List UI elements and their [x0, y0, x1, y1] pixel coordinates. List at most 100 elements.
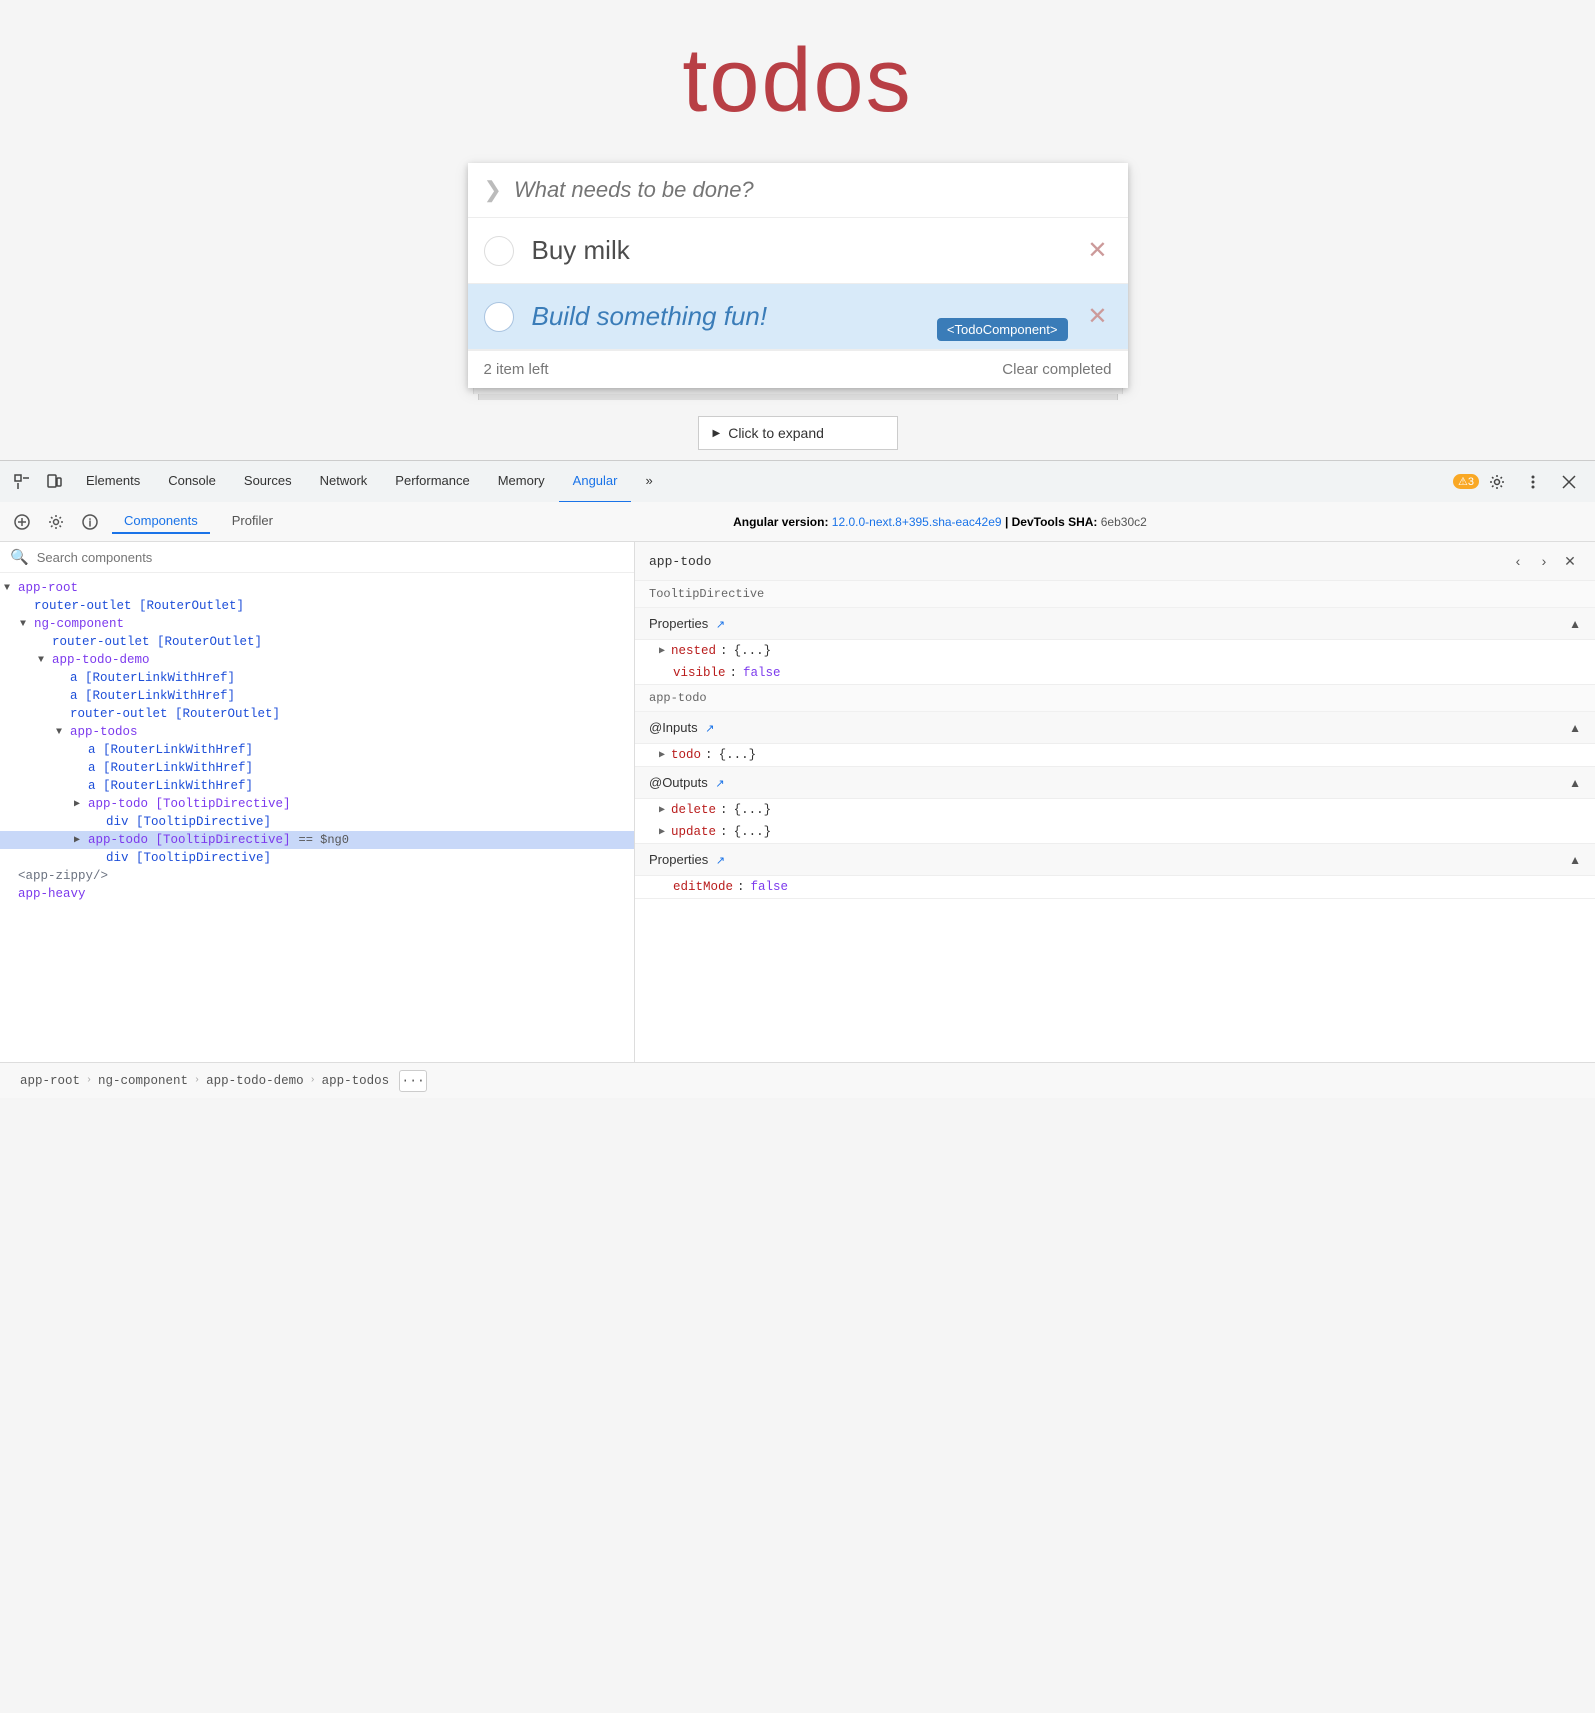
props-section-properties-2: Properties ↗ ▲ editMode : false	[635, 844, 1595, 899]
tooltip-badge: <TodoComponent>	[937, 318, 1068, 341]
tree-label-router-outlet-3: router-outlet [RouterOutlet]	[70, 707, 280, 721]
breadcrumb-app-root[interactable]: app-root	[14, 1074, 86, 1088]
tree-item-a-rl-3[interactable]: a [RouterLinkWithHref]	[0, 741, 634, 759]
tab-elements[interactable]: Elements	[72, 461, 154, 503]
tree-item-router-outlet-3[interactable]: router-outlet [RouterOutlet]	[0, 705, 634, 723]
settings-icon[interactable]	[1483, 468, 1511, 496]
tree-item-app-todo-1[interactable]: ▶ app-todo [TooltipDirective]	[0, 795, 634, 813]
props-key-delete: delete	[671, 803, 716, 817]
tab-network-label: Network	[320, 473, 368, 488]
props-section-label-outputs: @Outputs ↗	[649, 775, 725, 790]
props-key-update: update	[671, 825, 716, 839]
props-colon-nested: :	[720, 644, 728, 658]
tree-item-app-todo-2[interactable]: ▶ app-todo [TooltipDirective] == $ng0	[0, 831, 634, 849]
tree-label-app-todo-1: app-todo [TooltipDirective]	[88, 797, 291, 811]
tree-label-app-heavy: app-heavy	[18, 887, 86, 901]
next-component-button[interactable]: ›	[1533, 550, 1555, 572]
tree-item-a-rl-2[interactable]: a [RouterLinkWithHref]	[0, 687, 634, 705]
tree-search-bar: 🔍	[0, 542, 634, 573]
toggle-all-icon[interactable]: ❯	[484, 177, 502, 203]
angular-panel-header: Components Profiler Angular version: 12.…	[0, 502, 1595, 542]
tree-item-app-todos[interactable]: ▼ app-todos	[0, 723, 634, 741]
expand-bar[interactable]: ▶ Click to expand	[698, 416, 898, 450]
tree-label-app-zippy: <app-zippy/>	[18, 869, 108, 883]
tree-item-router-outlet-2[interactable]: router-outlet [RouterOutlet]	[0, 633, 634, 651]
todo-delete-1[interactable]: ✕	[1083, 298, 1111, 335]
toggle-a-rl-5	[74, 781, 88, 792]
open-in-editor-button[interactable]: ✕	[1559, 550, 1581, 572]
tab-angular[interactable]: Angular	[559, 461, 632, 503]
props-section-title-inputs[interactable]: @Inputs ↗ ▲	[635, 712, 1595, 744]
todo-checkbox-0[interactable]	[484, 236, 514, 266]
props-val-update: {...}	[734, 825, 772, 839]
tree-label-a-rl-4: a [RouterLinkWithHref]	[88, 761, 253, 775]
tree-item-router-outlet-1[interactable]: router-outlet [RouterOutlet]	[0, 597, 634, 615]
props-section-label-inputs: @Inputs ↗	[649, 720, 714, 735]
tree-item-div-tooltip-2[interactable]: div [TooltipDirective]	[0, 849, 634, 867]
clear-completed-button[interactable]: Clear completed	[1002, 361, 1111, 378]
new-todo-input[interactable]	[514, 177, 1112, 203]
props-val-nested: {...}	[734, 644, 772, 658]
props-section-title-properties-2[interactable]: Properties ↗ ▲	[635, 844, 1595, 876]
tree-label-a-rl-3: a [RouterLinkWithHref]	[88, 743, 253, 757]
warning-count: 3	[1468, 476, 1474, 488]
search-components-input[interactable]	[37, 550, 624, 565]
toggle-app-todos: ▼	[56, 727, 70, 738]
version-info: Angular version: 12.0.0-next.8+395.sha-e…	[295, 515, 1585, 529]
panel-body: 🔍 ▼ app-root router-outlet [RouterOutlet…	[0, 542, 1595, 1062]
tree-item-app-zippy[interactable]: <app-zippy/>	[0, 867, 634, 885]
info-icon[interactable]	[78, 510, 102, 534]
component-tree-icon[interactable]	[10, 510, 34, 534]
tab-profiler[interactable]: Profiler	[220, 509, 285, 534]
prev-component-button[interactable]: ‹	[1507, 550, 1529, 572]
breadcrumb-app-todo-demo[interactable]: app-todo-demo	[200, 1074, 310, 1088]
tree-item-a-rl-1[interactable]: a [RouterLinkWithHref]	[0, 669, 634, 687]
tab-elements-label: Elements	[86, 473, 140, 488]
todo-delete-0[interactable]: ✕	[1083, 232, 1111, 269]
breadcrumb-app-todos[interactable]: app-todos	[316, 1074, 396, 1088]
expand-arrow-todo: ▶	[659, 749, 665, 761]
tree-label-div-tooltip-1: div [TooltipDirective]	[106, 815, 271, 829]
tree-label-app-root: app-root	[18, 581, 78, 595]
devtools-actions	[1483, 468, 1587, 496]
props-val-editmode: false	[751, 880, 789, 894]
close-devtools-icon[interactable]	[1555, 468, 1583, 496]
toggle-app-todo-2: ▶	[74, 834, 88, 846]
tree-item-app-heavy[interactable]: app-heavy	[0, 885, 634, 903]
settings-panel-icon[interactable]	[44, 510, 68, 534]
toggle-app-root: ▼	[4, 583, 18, 594]
breadcrumb-ng-component[interactable]: ng-component	[92, 1074, 194, 1088]
angular-panel: Components Profiler Angular version: 12.…	[0, 502, 1595, 1098]
props-row-editmode: editMode : false	[635, 876, 1595, 898]
tree-item-div-tooltip-1[interactable]: div [TooltipDirective]	[0, 813, 634, 831]
app-area: todos ❯ Buy milk ✕ Build something fun! …	[0, 0, 1595, 460]
inspect-element-icon[interactable]	[8, 468, 36, 496]
tree-label-router-outlet-2: router-outlet [RouterOutlet]	[52, 635, 262, 649]
tree-item-a-rl-5[interactable]: a [RouterLinkWithHref]	[0, 777, 634, 795]
props-nav: ‹ › ✕	[1507, 550, 1581, 572]
tree-item-ng-component[interactable]: ▼ ng-component	[0, 615, 634, 633]
tab-sources[interactable]: Sources	[230, 461, 306, 503]
props-colon-editmode: :	[737, 880, 745, 894]
todo-container: ❯ Buy milk ✕ Build something fun! ✕ <Tod…	[468, 163, 1128, 388]
tab-network[interactable]: Network	[306, 461, 382, 503]
expand-arrow-nested: ▶	[659, 645, 665, 657]
props-section-title-outputs[interactable]: @Outputs ↗ ▲	[635, 767, 1595, 799]
more-options-icon[interactable]	[1519, 468, 1547, 496]
tab-components-label: Components	[124, 513, 198, 528]
tree-item-app-root[interactable]: ▼ app-root	[0, 579, 634, 597]
props-val-delete: {...}	[734, 803, 772, 817]
tree-item-app-todo-demo[interactable]: ▼ app-todo-demo	[0, 651, 634, 669]
toggle-router-outlet-3	[56, 709, 70, 720]
tab-console[interactable]: Console	[154, 461, 230, 503]
props-section-title-properties-1[interactable]: Properties ↗ ▲	[635, 608, 1595, 640]
breadcrumb-more-button[interactable]: ···	[399, 1070, 427, 1092]
tab-performance[interactable]: Performance	[381, 461, 483, 503]
props-colon-visible: :	[730, 666, 738, 680]
tree-item-a-rl-4[interactable]: a [RouterLinkWithHref]	[0, 759, 634, 777]
tab-memory[interactable]: Memory	[484, 461, 559, 503]
device-toolbar-icon[interactable]	[40, 468, 68, 496]
tab-more[interactable]: »	[631, 461, 666, 503]
tab-components[interactable]: Components	[112, 509, 210, 534]
todo-checkbox-1[interactable]	[484, 302, 514, 332]
